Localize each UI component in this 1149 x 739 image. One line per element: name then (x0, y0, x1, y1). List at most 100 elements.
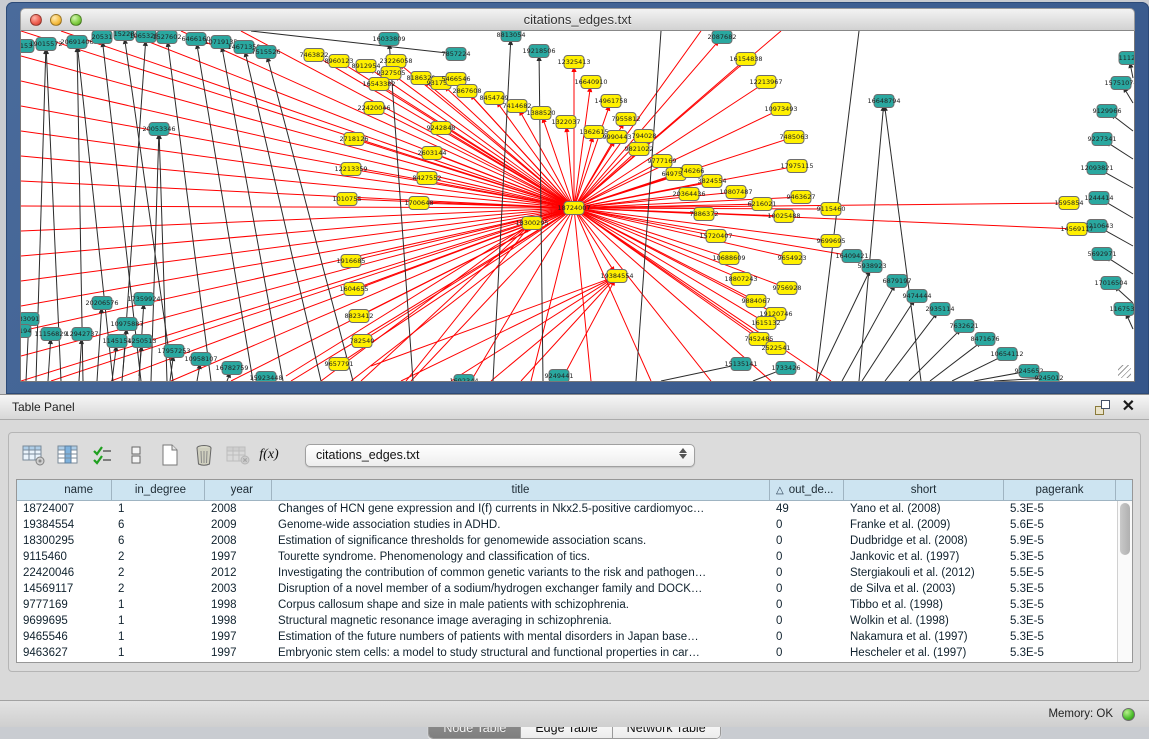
network-node[interactable]: 9245012 (1035, 372, 1064, 383)
cited-node[interactable]: 8427552 (413, 172, 442, 185)
network-node[interactable]: 6879197 (883, 275, 912, 288)
network-node[interactable]: 15923448 (249, 372, 282, 383)
delete-table-icon[interactable] (223, 440, 253, 470)
cited-node[interactable]: 10688609 (712, 252, 745, 265)
new-table-icon[interactable] (155, 440, 185, 470)
network-node[interactable]: 17016504 (1094, 277, 1127, 290)
table-row[interactable]: 946362711997Embryonic stem cells: a mode… (17, 645, 1132, 661)
cited-node[interactable]: 16640910 (574, 76, 607, 89)
network-node[interactable]: 20691406 (60, 36, 93, 49)
network-node[interactable]: 2087682 (708, 31, 737, 44)
table-header-row[interactable]: namein_degreeyeartitle△out_de...shortpag… (17, 480, 1132, 501)
cited-node[interactable]: 9699695 (817, 235, 846, 248)
cited-node[interactable]: 1604655 (340, 283, 369, 296)
network-node[interactable]: 9129966 (1093, 105, 1122, 118)
table-row[interactable]: 1872400712008Changes of HCN gene express… (17, 501, 1132, 517)
cited-node[interactable]: 10025488 (767, 210, 800, 223)
cited-node[interactable]: 2522541 (762, 342, 791, 355)
vertical-scrollbar[interactable] (1117, 501, 1132, 662)
network-node[interactable]: 1167533 (1110, 303, 1135, 316)
cited-node[interactable]: 2603144 (418, 147, 447, 160)
cited-node[interactable]: 10807487 (719, 186, 752, 199)
cited-node[interactable]: 9115460 (817, 203, 846, 216)
network-view-window[interactable]: citations_edges.txt 21531901557220691406… (6, 2, 1149, 394)
table-row[interactable]: 1456911722003Disruption of a novel membe… (17, 581, 1132, 597)
cited-node[interactable]: 1010755 (333, 193, 362, 206)
cited-node[interactable]: 9654923 (778, 252, 807, 265)
network-node[interactable]: 20531 (92, 31, 113, 44)
cited-node[interactable]: 9463627 (787, 191, 816, 204)
cited-node[interactable]: 782540 (350, 335, 375, 348)
table-row[interactable]: 969969511998Structural magnetic resonanc… (17, 613, 1132, 629)
window-title-bar[interactable]: citations_edges.txt (20, 8, 1135, 31)
cited-node[interactable]: 1615132 (752, 317, 781, 330)
column-header-year[interactable]: year (205, 480, 272, 500)
table-row[interactable]: 1938455462009Genome-wide association stu… (17, 517, 1132, 533)
network-node[interactable]: 9474444 (903, 290, 932, 303)
cited-node[interactable]: 7955812 (612, 113, 641, 126)
network-node[interactable]: 10654112 (990, 348, 1023, 361)
cited-node[interactable]: 1322037 (552, 116, 581, 129)
cited-node[interactable]: 18807243 (724, 273, 757, 286)
table-mode-icon[interactable] (19, 440, 49, 470)
cited-node[interactable]: 746266 (680, 165, 705, 178)
network-node[interactable]: 11124 (1119, 52, 1135, 65)
delete-attribute-icon[interactable] (189, 440, 219, 470)
cited-node[interactable]: 9990443 (603, 131, 632, 144)
cited-node[interactable]: 9657791 (325, 358, 354, 371)
citation-network-graph[interactable]: 2153190155722069140620531152281065328715… (21, 31, 1135, 382)
column-header-short[interactable]: short (844, 480, 1004, 500)
network-node[interactable]: 20206576 (85, 297, 118, 310)
network-node[interactable]: 12093821 (1080, 162, 1113, 175)
cited-node[interactable]: 794028 (632, 130, 657, 143)
column-header-outde[interactable]: △out_de... (770, 480, 844, 500)
float-window-icon[interactable] (1095, 400, 1110, 415)
cited-node[interactable]: 3824554 (698, 175, 727, 188)
cited-node[interactable]: 9756928 (773, 282, 802, 295)
cited-node[interactable]: 6216021 (748, 198, 777, 211)
network-node[interactable]: 8471676 (971, 333, 1000, 346)
close-icon[interactable]: ✕ (1122, 400, 1135, 414)
scrollbar-thumb[interactable] (1120, 503, 1130, 555)
network-node[interactable]: 19218506 (522, 45, 555, 58)
cited-node[interactable]: 1916685 (337, 255, 366, 268)
cited-node[interactable]: 9242848 (427, 122, 456, 135)
network-node[interactable]: 1527602 (153, 31, 182, 44)
network-node[interactable]: 9227341 (1088, 133, 1117, 146)
network-node[interactable]: 5938923 (858, 260, 887, 273)
cited-node[interactable]: 10973493 (764, 103, 797, 116)
resize-grip[interactable] (1118, 365, 1131, 378)
table-row[interactable]: 977716911998Corpus callosum shape and si… (17, 597, 1132, 613)
network-node[interactable]: 8813054 (497, 31, 526, 42)
network-node[interactable]: 39194 (21, 325, 31, 338)
cited-node[interactable]: 2718126 (340, 133, 369, 146)
table-row[interactable]: 911546021997Tourette syndrome. Phenomeno… (17, 549, 1132, 565)
cited-node[interactable]: 7485063 (780, 131, 809, 144)
cited-node[interactable]: 20364436 (672, 188, 705, 201)
network-node[interactable]: 7515526 (252, 46, 281, 59)
network-node[interactable]: 15751074 (1104, 77, 1135, 90)
column-visibility-icon[interactable] (53, 440, 83, 470)
cited-node[interactable]: 16154838 (729, 53, 762, 66)
cited-node[interactable]: 14961758 (594, 95, 627, 108)
cited-node[interactable]: 14569117 (1060, 223, 1093, 236)
column-header-title[interactable]: title (272, 480, 770, 500)
network-node[interactable]: 2935114 (926, 303, 955, 316)
network-node[interactable]: 1733426 (772, 362, 801, 375)
network-node[interactable]: 16782759 (215, 362, 248, 375)
network-table-selector[interactable]: citations_edges.txt (305, 444, 695, 467)
network-node[interactable]: 10975887 (110, 318, 143, 331)
network-node[interactable]: 16648794 (867, 95, 900, 108)
function-builder-icon[interactable]: f(x) (257, 440, 287, 470)
table-row[interactable]: 2242004622012Investigating the contribut… (17, 565, 1132, 581)
network-node[interactable]: 11156829 (34, 328, 67, 341)
network-canvas[interactable]: 2153190155722069140620531152281065328715… (20, 31, 1135, 382)
cited-node[interactable]: 12325413 (557, 56, 590, 69)
network-node[interactable]: 5692971 (1088, 248, 1117, 261)
network-node[interactable]: 16033809 (372, 33, 405, 46)
table-row[interactable]: 1830029562008Estimation of significance … (17, 533, 1132, 549)
cited-node[interactable]: 1595854 (1055, 197, 1084, 210)
network-node[interactable]: 7632621 (950, 320, 979, 333)
table-body[interactable]: 1872400712008Changes of HCN gene express… (17, 501, 1132, 661)
cited-node[interactable]: 8960123 (325, 55, 354, 68)
